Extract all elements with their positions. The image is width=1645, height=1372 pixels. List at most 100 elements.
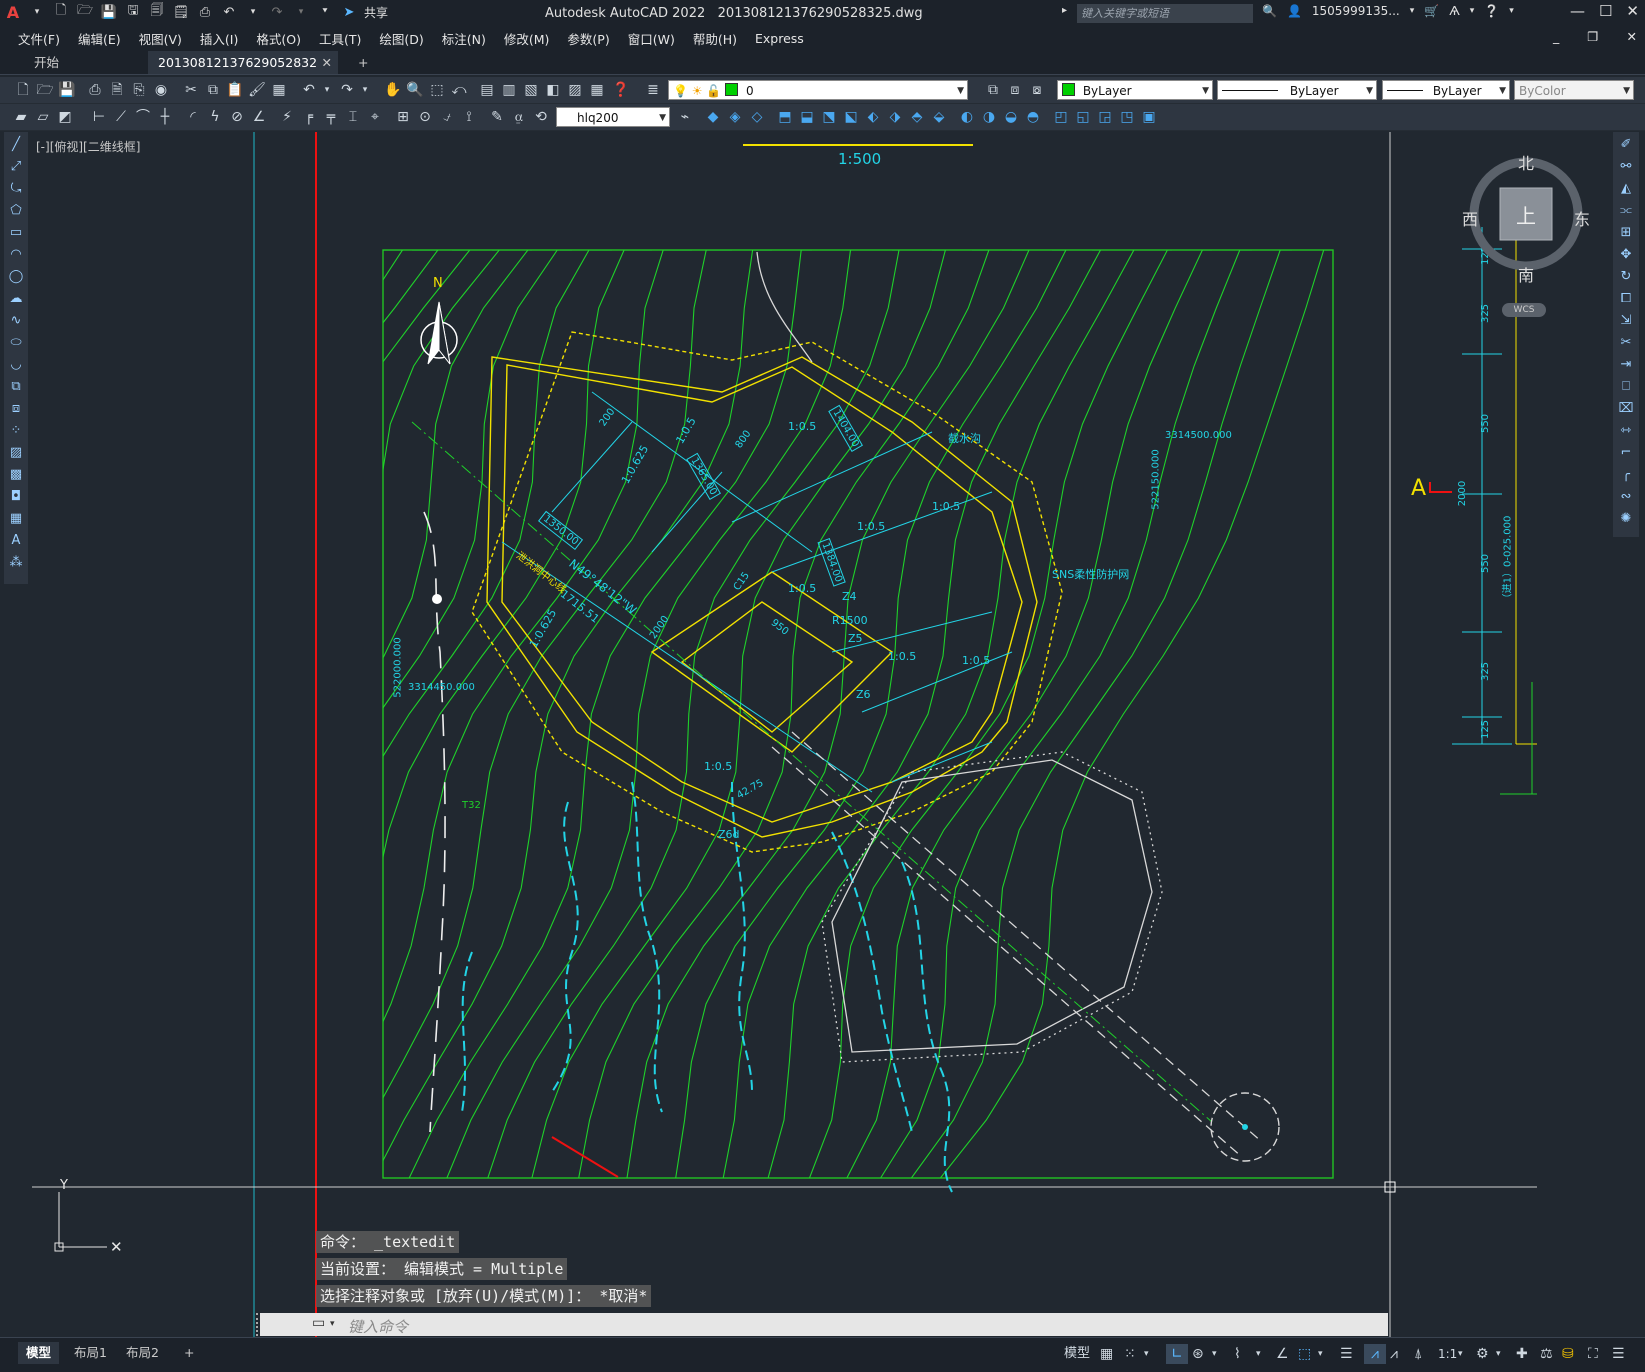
linetype-dropdown-chevron-icon[interactable]: ▼ <box>1366 81 1373 101</box>
rectangle-icon[interactable]: ▭ <box>7 224 25 242</box>
undo-toolbar-icon[interactable]: ↶ <box>300 81 318 99</box>
menu-edit[interactable]: 编辑(E) <box>78 29 121 48</box>
extend-icon[interactable]: ⇥ <box>1617 356 1635 374</box>
subtract-icon[interactable]: ⬕ <box>842 108 860 126</box>
app-menu-chevron-icon[interactable]: ▾ <box>28 3 46 21</box>
zoom-window-icon[interactable]: ⬚ <box>428 81 446 99</box>
menu-draw[interactable]: 绘图(D) <box>379 29 423 48</box>
quick-properties-icon[interactable]: ⛁ <box>1562 1344 1574 1364</box>
plotstyle-dropdown[interactable]: ByColor ▼ <box>1514 80 1634 100</box>
tab-start[interactable]: 开始 <box>24 51 146 74</box>
plot-toolbar-icon[interactable]: ⎙ <box>86 81 104 99</box>
ellipse-icon[interactable]: ⬭ <box>7 334 25 352</box>
save-icon[interactable]: 💾 <box>100 3 118 21</box>
scale-icon[interactable]: ⧠ <box>1617 290 1635 308</box>
search-input[interactable]: 键入关键字或短语 <box>1077 4 1253 23</box>
copy-icon[interactable]: ⧉ <box>204 81 222 99</box>
intersect-icon[interactable]: ⬖ <box>864 108 882 126</box>
scale-dropdown-icon[interactable]: ▾ <box>1458 1344 1463 1364</box>
stretch-icon[interactable]: ⇲ <box>1617 312 1635 330</box>
annotation-scale-value[interactable]: 1:1 <box>1438 1344 1457 1364</box>
minimize-icon[interactable]: — <box>1570 2 1585 20</box>
paste-icon[interactable]: 📋 <box>226 81 244 99</box>
plotstyle-dropdown-chevron-icon[interactable]: ▼ <box>1623 81 1630 101</box>
layer-previous-icon[interactable]: ⧈ <box>1006 81 1024 99</box>
workspace-dropdown-icon[interactable]: ▾ <box>1496 1344 1501 1364</box>
undo-toolbar-dropdown-icon[interactable]: ▾ <box>318 81 336 99</box>
isodraft-dropdown-icon[interactable]: ▾ <box>1256 1344 1261 1364</box>
open-file-icon[interactable]: 🗁 <box>76 3 94 21</box>
lights-icon[interactable]: ◒ <box>1002 108 1020 126</box>
share-icon[interactable]: ➤ <box>340 3 358 21</box>
search-arrow-icon[interactable]: ▸ <box>1062 5 1067 16</box>
menu-modify[interactable]: 修改(M) <box>504 29 550 48</box>
customize-qat-icon[interactable]: ⯆ <box>316 3 334 21</box>
lineweight-dropdown[interactable]: ByLayer ▼ <box>1382 80 1510 100</box>
ellipse-arc-icon[interactable]: ◡ <box>7 356 25 374</box>
drawing-canvas[interactable]: [-][俯视][二维线框] 泄洪洞中心线 1:500 N 3314500.000… <box>32 132 1610 1337</box>
doc-close-icon[interactable]: ✕ <box>1627 29 1637 44</box>
linetype-dropdown[interactable]: ByLayer ▼ <box>1217 80 1377 100</box>
solid-wedge-icon[interactable]: ◈ <box>726 108 744 126</box>
web-mobile-open-icon[interactable]: 🗐 <box>148 3 166 21</box>
clean-screen-icon[interactable]: ⛶ <box>1588 1344 1598 1364</box>
close-window-icon[interactable]: ✕ <box>1626 2 1639 20</box>
design-center-icon[interactable]: ▥ <box>500 81 518 99</box>
doc-restore-icon[interactable]: ❐ <box>1587 29 1598 44</box>
ucs-world-icon[interactable]: ◱ <box>1074 108 1092 126</box>
solid-edit-icon[interactable]: ⬙ <box>930 108 948 126</box>
dim-text-edit-icon[interactable]: ⍶ <box>510 108 528 126</box>
isodraft-icon[interactable]: ⌇ <box>1234 1344 1241 1364</box>
share-label[interactable]: 共享 <box>364 4 388 21</box>
menu-insert[interactable]: 插入(I) <box>200 29 238 48</box>
dim-aligned-icon[interactable]: ⟋ <box>112 108 130 126</box>
command-prompt-icon[interactable]: ▭ <box>312 1315 325 1331</box>
add-selected-icon[interactable]: ⁂ <box>7 554 25 572</box>
mtext-icon[interactable]: A <box>7 532 25 550</box>
inspection-icon[interactable]: ⍻ <box>438 108 456 126</box>
cut-icon[interactable]: ✂ <box>182 81 200 99</box>
workspace-gear-icon[interactable]: ⚙ <box>1476 1344 1489 1364</box>
user-dropdown-icon[interactable]: ▾ <box>1410 6 1415 16</box>
jogged-linear-icon[interactable]: ⟟ <box>460 108 478 126</box>
circle-icon[interactable]: ◯ <box>7 268 25 286</box>
compass-east[interactable]: 东 <box>1574 206 1590 230</box>
undo-icon[interactable]: ↶ <box>220 3 238 21</box>
osnap-dropdown-icon[interactable]: ▾ <box>1318 1344 1323 1364</box>
quick-dim-icon[interactable]: ⚡ <box>278 108 296 126</box>
dim-baseline-icon[interactable]: ╒ <box>300 108 318 126</box>
dim-space-icon[interactable]: ⌶ <box>344 108 362 126</box>
properties-icon[interactable]: ▤ <box>478 81 496 99</box>
section-icon[interactable]: ⬘ <box>908 108 926 126</box>
ucs-view-icon[interactable]: ◳ <box>1118 108 1136 126</box>
tab-document[interactable]: 20130812137629052832​5* ✕ <box>148 51 338 93</box>
polar-tracking-icon[interactable]: ⊛ <box>1192 1344 1204 1364</box>
app-dropdown-icon[interactable]: ▾ <box>1470 6 1475 16</box>
publish-icon[interactable]: ⎘ <box>130 81 148 99</box>
units-icon[interactable]: ⚖ <box>1540 1344 1553 1364</box>
chamfer-icon[interactable]: ⌐ <box>1617 444 1635 462</box>
dim-diameter-icon[interactable]: ⊘ <box>228 108 246 126</box>
help-icon[interactable]: ❔ <box>1484 4 1499 18</box>
array-icon[interactable]: ⊞ <box>1617 224 1635 242</box>
dim-update-icon[interactable]: ⟲ <box>532 108 550 126</box>
compass-north[interactable]: 北 <box>1518 150 1534 174</box>
annotation-visibility-icon[interactable]: ⩘ <box>1364 1344 1386 1364</box>
layer-dropdown-chevron-icon[interactable]: ▼ <box>957 81 964 101</box>
menu-parametric[interactable]: 参数(P) <box>567 29 609 48</box>
model-space-button[interactable]: 模型 <box>1064 1344 1090 1364</box>
erase-icon[interactable]: ✐ <box>1617 136 1635 154</box>
layer-state-icon[interactable]: ⧇ <box>1028 81 1046 99</box>
menu-file[interactable]: 文件(F) <box>18 29 60 48</box>
redo-icon[interactable]: ↷ <box>268 3 286 21</box>
lineweight-display-icon[interactable]: ☰ <box>1340 1344 1353 1364</box>
copy-object-icon[interactable]: ⚯ <box>1617 158 1635 176</box>
region-icon[interactable]: ◘ <box>7 488 25 506</box>
construction-line-icon[interactable]: ⤢ <box>7 158 25 176</box>
break-at-point-icon[interactable]: ⎕ <box>1617 378 1635 396</box>
user-icon[interactable]: 👤 <box>1287 4 1302 18</box>
sheet-set-icon[interactable]: ◧ <box>544 81 562 99</box>
compass-south[interactable]: 南 <box>1518 262 1534 286</box>
extrude-icon[interactable]: ⬒ <box>776 108 794 126</box>
view-cube[interactable]: 北 南 西 东 上 WCS <box>1462 150 1596 317</box>
